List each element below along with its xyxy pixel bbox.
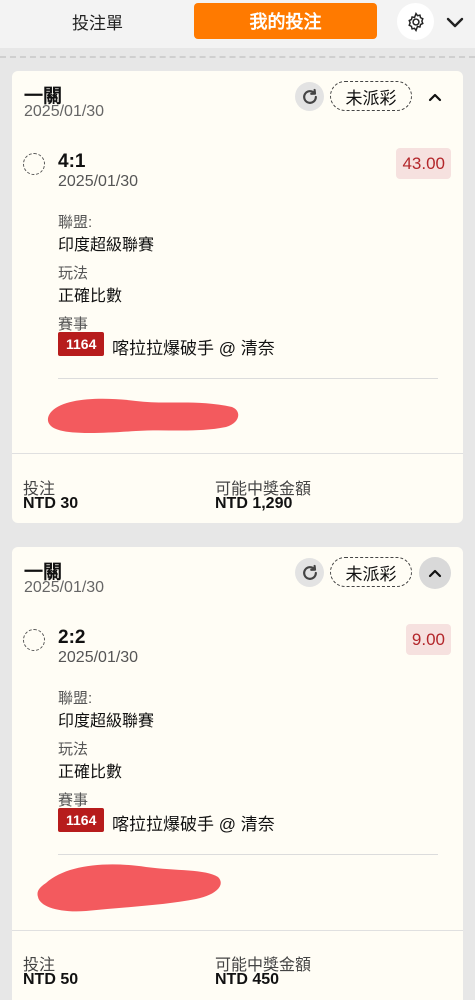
gear-icon — [407, 11, 424, 32]
bet-date: 2025/01/30 — [24, 579, 105, 596]
stake-value: NTD 30 — [23, 495, 79, 512]
header-expand-button[interactable] — [442, 11, 468, 35]
odds-badge: 9.00 — [405, 624, 451, 655]
divider — [58, 378, 438, 379]
league-value: 印度超級聯賽 — [58, 237, 155, 254]
event-label: 賽事 — [58, 792, 89, 809]
collapse-button[interactable] — [419, 81, 451, 113]
chevron-up-icon — [428, 93, 442, 102]
status-badge: 未派彩 — [330, 557, 412, 587]
chevron-down-icon — [446, 17, 464, 28]
refresh-button[interactable] — [295, 558, 324, 587]
selection-date: 2025/01/30 — [58, 173, 139, 190]
collapse-button[interactable] — [419, 557, 451, 589]
redacted-area — [47, 398, 239, 433]
selection-name: 4:1 — [58, 151, 86, 172]
event-id-badge: 1164 — [58, 808, 105, 832]
bet-card: 一關 2025/01/30 未派彩 4:1 2025/01/30 43.00 聯… — [12, 71, 463, 523]
footer-divider — [12, 930, 463, 931]
header-divider — [0, 56, 475, 58]
bet-date: 2025/01/30 — [24, 103, 105, 120]
status-badge: 未派彩 — [330, 81, 412, 111]
payout-value: NTD 450 — [215, 971, 280, 988]
league-label: 聯盟: — [58, 214, 93, 231]
header: 投注單 我的投注 — [0, 0, 475, 48]
stake-value: NTD 50 — [23, 971, 79, 988]
selection-radio[interactable] — [23, 153, 45, 175]
event-name: 喀拉拉爆破手 @ 清奈 — [112, 339, 275, 358]
event-label: 賽事 — [58, 316, 89, 333]
event-name: 喀拉拉爆破手 @ 清奈 — [112, 815, 275, 834]
settings-button[interactable] — [397, 3, 434, 40]
card-gap — [0, 523, 475, 547]
market-value: 正確比數 — [58, 288, 123, 305]
selection-radio[interactable] — [23, 629, 45, 651]
market-label: 玩法 — [58, 741, 89, 758]
tab-betslip[interactable]: 投注單 — [40, 3, 155, 39]
refresh-icon — [302, 88, 317, 104]
selection-date: 2025/01/30 — [58, 649, 139, 666]
ticket-notch-right — [465, 48, 475, 68]
league-label: 聯盟: — [58, 690, 93, 707]
event-id-badge: 1164 — [58, 332, 105, 356]
market-label: 玩法 — [58, 265, 89, 282]
footer-divider — [12, 453, 463, 454]
odds-badge: 43.00 — [396, 148, 451, 179]
refresh-button[interactable] — [295, 82, 324, 111]
bet-card: 一關 2025/01/30 未派彩 2:2 2025/01/30 9.00 聯盟… — [12, 547, 463, 1000]
tab-my-bets[interactable]: 我的投注 — [194, 3, 377, 39]
redacted-area — [37, 864, 221, 912]
league-value: 印度超級聯賽 — [58, 713, 155, 730]
selection-name: 2:2 — [58, 627, 86, 648]
refresh-icon — [302, 564, 317, 580]
market-value: 正確比數 — [58, 764, 123, 781]
ticket-notch-left — [0, 48, 10, 68]
chevron-up-icon — [428, 569, 442, 578]
payout-value: NTD 1,290 — [215, 495, 293, 512]
